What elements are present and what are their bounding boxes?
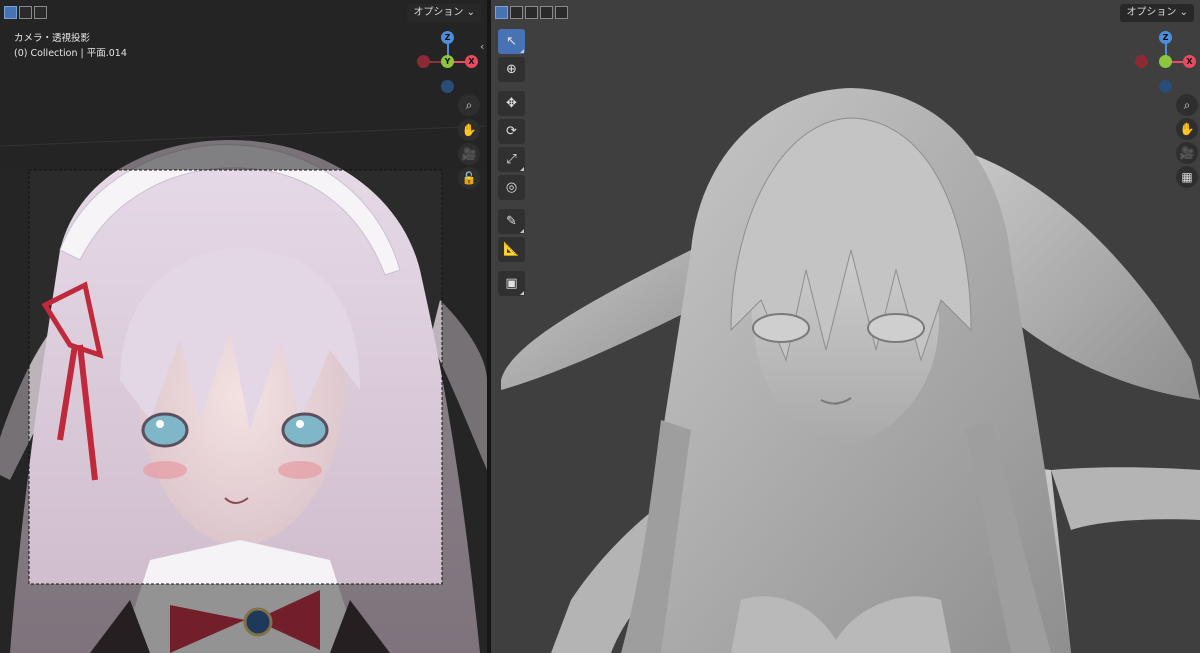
ruler-icon: 📐 <box>503 242 520 257</box>
selection-mode-group[interactable] <box>4 6 47 19</box>
measure-tool[interactable]: 📐 <box>498 237 525 262</box>
select-subtract-icon[interactable] <box>34 6 47 19</box>
neg-z-axis-icon[interactable] <box>1159 80 1172 93</box>
transform-tool[interactable]: ◎ <box>498 175 525 200</box>
select-cursor-icon: ↖ <box>506 34 517 49</box>
z-axis-icon[interactable]: Z <box>1159 31 1172 44</box>
collapse-arrow-icon[interactable]: ‹ <box>480 40 484 53</box>
camera-icon[interactable]: 🎥 <box>458 143 480 165</box>
camera-viewport[interactable]: オプション ⌄ カメラ・透視投影 (0) Collection | 平面.014… <box>0 0 487 653</box>
hand-pan-icon[interactable]: ✋ <box>458 119 480 141</box>
x-axis-icon[interactable]: X <box>1183 55 1196 68</box>
zoom-icon[interactable]: ⌕ <box>458 94 480 116</box>
navigation-gizmo-right[interactable]: Z X <box>1132 30 1200 95</box>
camera-projection-text: カメラ・透視投影 <box>14 33 91 44</box>
rotate-icon: ⟳ <box>506 124 517 139</box>
hand-pan-icon[interactable]: ✋ <box>1176 118 1198 140</box>
move-tool[interactable]: ✥ <box>498 91 525 116</box>
perspective-grid-icon[interactable]: ▦ <box>1176 166 1198 188</box>
3d-viewport[interactable]: オプション ⌄ ↖ ⊕ ✥ ⟳ ⤢ ◎ ✎ 📐 ▣ Z X ⌕ ✋ 🎥 ▦ <box>491 0 1200 653</box>
options-dropdown[interactable]: オプション ⌄ <box>407 4 481 22</box>
tool-shelf: ↖ ⊕ ✥ ⟳ ⤢ ◎ ✎ 📐 ▣ <box>496 29 527 299</box>
select-new-icon[interactable] <box>495 6 508 19</box>
cursor-tool[interactable]: ⊕ <box>498 57 525 82</box>
neg-x-axis-icon[interactable] <box>417 55 430 68</box>
y-axis-icon[interactable]: Y <box>441 55 454 68</box>
move-icon: ✥ <box>506 96 517 111</box>
camera-icon[interactable]: 🎥 <box>1176 142 1198 164</box>
select-subtract-icon[interactable] <box>525 6 538 19</box>
lock-icon[interactable]: 🔓 <box>458 167 480 189</box>
viewport-header-right: オプション ⌄ <box>491 0 1200 26</box>
z-axis-icon[interactable]: Z <box>441 31 454 44</box>
transform-icon: ◎ <box>505 180 518 195</box>
scale-tool[interactable]: ⤢ <box>498 147 525 172</box>
select-extend-icon[interactable] <box>19 6 32 19</box>
select-intersect-icon[interactable] <box>555 6 568 19</box>
navigation-gizmo[interactable]: Z Y X <box>413 30 483 95</box>
x-axis-icon[interactable]: X <box>465 55 478 68</box>
select-invert-icon[interactable] <box>540 6 553 19</box>
y-axis-icon[interactable] <box>1159 55 1172 68</box>
pencil-icon: ✎ <box>506 214 517 229</box>
camera-view-canvas <box>0 0 487 653</box>
neg-z-axis-icon[interactable] <box>441 80 454 93</box>
zoom-icon[interactable]: ⌕ <box>1176 94 1198 116</box>
scale-icon: ⤢ <box>506 152 517 167</box>
options-dropdown-right[interactable]: オプション ⌄ <box>1120 4 1194 22</box>
selection-mode-group-right[interactable] <box>495 6 568 19</box>
select-tool[interactable]: ↖ <box>498 29 525 54</box>
add-cube-icon: ▣ <box>505 276 518 291</box>
select-extend-icon[interactable] <box>510 6 523 19</box>
model-canvas <box>501 88 1200 653</box>
rotate-tool[interactable]: ⟳ <box>498 119 525 144</box>
viewport-header: オプション ⌄ <box>0 0 487 26</box>
collection-object-text: (0) Collection | 平面.014 <box>14 48 127 59</box>
add-cube-tool[interactable]: ▣ <box>498 271 525 296</box>
3d-cursor-icon: ⊕ <box>506 62 517 77</box>
annotate-tool[interactable]: ✎ <box>498 209 525 234</box>
neg-x-axis-icon[interactable] <box>1135 55 1148 68</box>
select-new-icon[interactable] <box>4 6 17 19</box>
